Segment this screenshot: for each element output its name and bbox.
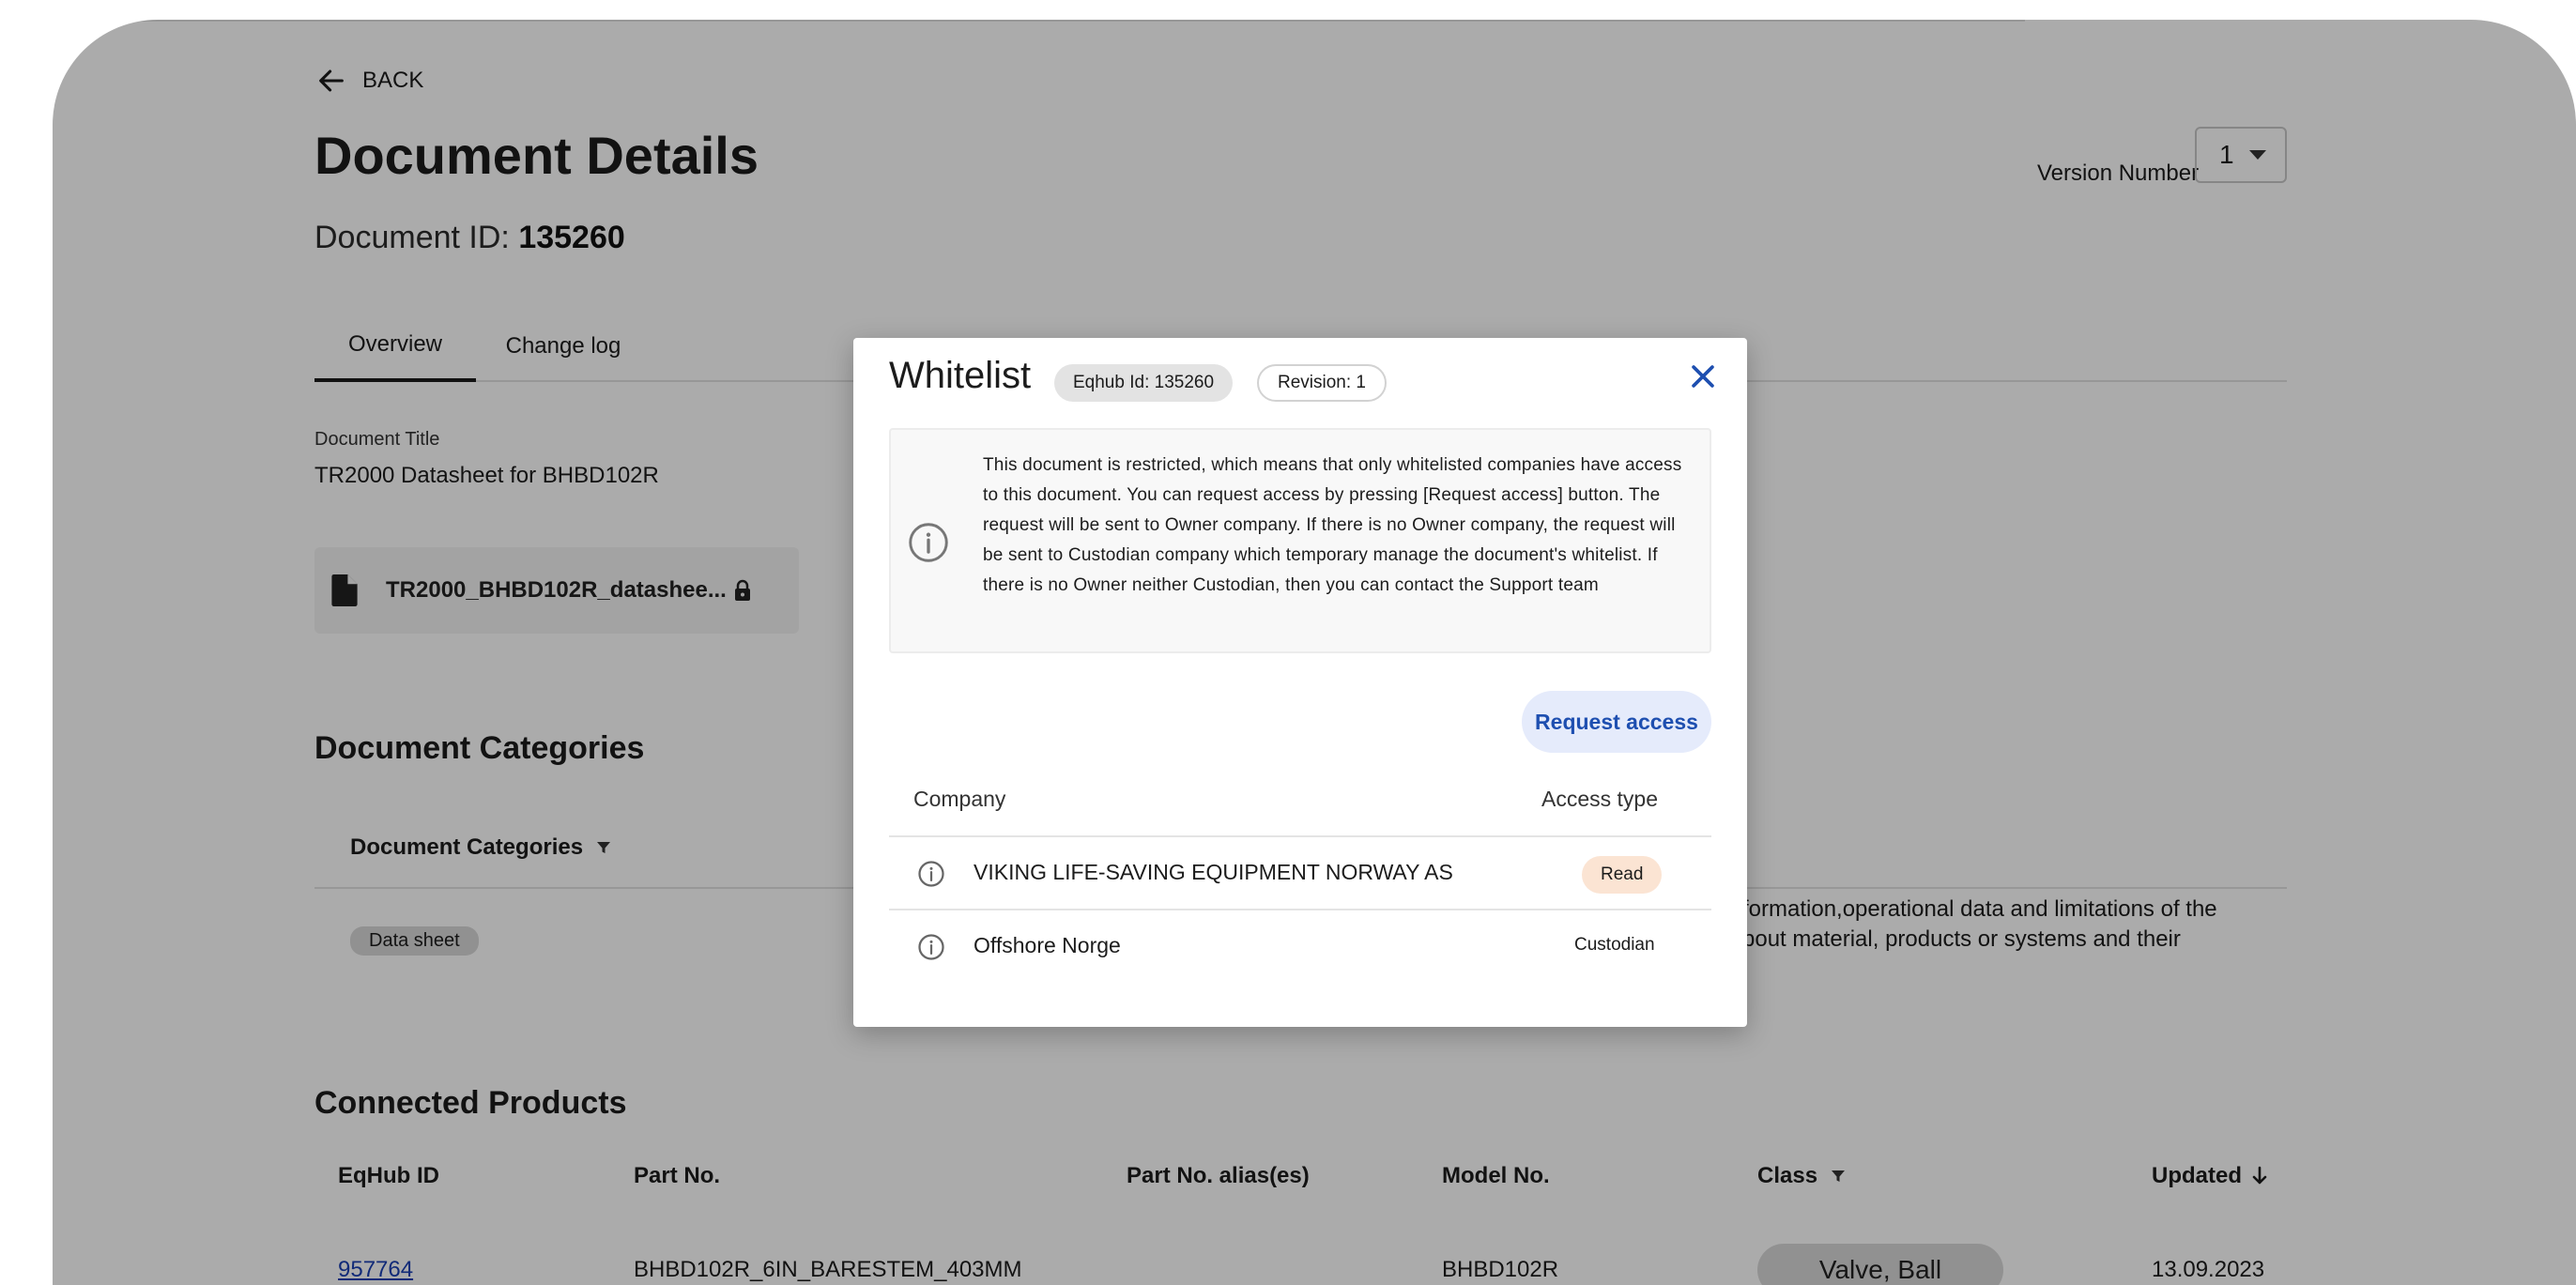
close-icon[interactable] — [1687, 360, 1719, 392]
request-access-button[interactable]: Request access — [1522, 691, 1711, 753]
access-type-badge: Read — [1582, 856, 1663, 894]
dialog-title: Whitelist — [889, 355, 1032, 396]
whitelist-company-name: Offshore Norge — [974, 933, 1121, 957]
info-icon[interactable] — [917, 860, 945, 888]
table-divider — [889, 909, 1711, 910]
access-type-column-header: Access type — [1541, 787, 1658, 811]
whitelist-dialog: Whitelist Eqhub Id: 135260 Revision: 1 T… — [853, 338, 1747, 1027]
revision-chip: Revision: 1 — [1257, 364, 1387, 402]
info-icon[interactable] — [917, 933, 945, 961]
company-column-header: Company — [913, 787, 1006, 811]
eqhub-id-chip: Eqhub Id: 135260 — [1054, 364, 1234, 402]
whitelist-company-name: VIKING LIFE-SAVING EQUIPMENT NORWAY AS — [974, 860, 1453, 884]
info-icon — [909, 523, 948, 562]
info-text: This document is restricted, which means… — [983, 455, 1682, 595]
info-notice: This document is restricted, which means… — [889, 428, 1711, 653]
table-divider — [889, 835, 1711, 837]
access-type-text: Custodian — [1574, 935, 1655, 955]
